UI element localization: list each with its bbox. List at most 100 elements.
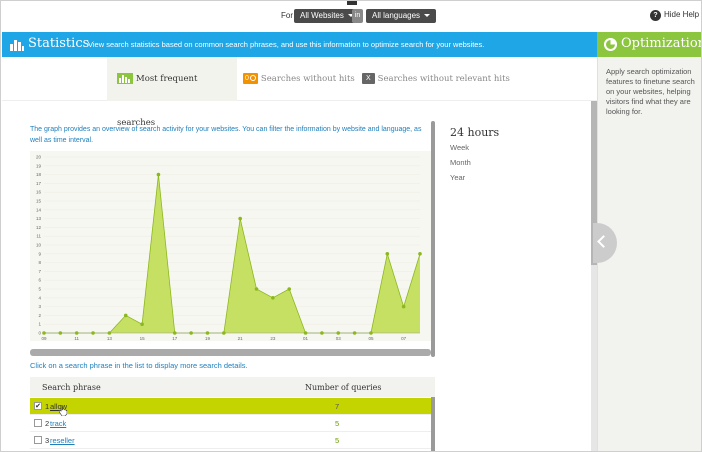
x-tick-label: 09	[41, 336, 47, 341]
x-tick-label: 07	[401, 336, 407, 341]
chart-horizontal-scrollbar[interactable]	[30, 349, 431, 356]
bar-chart-icon	[117, 73, 133, 84]
data-point[interactable]	[189, 331, 193, 335]
top-handle	[347, 1, 357, 5]
table-row[interactable]: ✔ 1 allow 7	[30, 398, 435, 415]
range-year[interactable]: Year	[450, 173, 465, 182]
data-point[interactable]	[107, 331, 112, 335]
x-tick-label: 01	[303, 336, 309, 341]
x-tick-label: 15	[140, 336, 146, 341]
optimization-icon	[604, 38, 617, 51]
tab-label: Searches without hits	[260, 74, 355, 84]
y-tick-label: 13	[36, 216, 42, 221]
y-tick-label: 12	[36, 225, 42, 230]
column-search-phrase: Search phrase	[42, 383, 101, 392]
x-icon: X	[362, 73, 375, 84]
chevron-left-icon	[597, 235, 610, 248]
y-tick-label: 15	[36, 199, 42, 204]
data-point[interactable]	[74, 331, 79, 335]
app-frame: For All Websites in All languages ? Hide …	[0, 0, 702, 452]
zero-hits-icon: 0	[243, 73, 258, 84]
tab-without-hits[interactable]: 0 Searches without hits	[243, 57, 358, 101]
data-point[interactable]	[336, 331, 341, 335]
for-label: For	[281, 11, 293, 20]
chart-svg: 0123456789101112131415161718192009 11 13 15…	[36, 155, 422, 341]
data-point[interactable]	[418, 252, 422, 256]
optimization-text: Apply search optimization features to fi…	[606, 67, 695, 116]
x-tick-label: 11	[74, 336, 79, 341]
data-point[interactable]	[401, 304, 406, 309]
data-point[interactable]	[91, 331, 95, 335]
y-tick-label: 1	[38, 322, 41, 327]
tab-bar: Most frequent searches 0 Searches without…	[2, 57, 597, 128]
data-point[interactable]	[385, 252, 390, 256]
table-vertical-scrollbar[interactable]	[431, 397, 435, 451]
y-tick-label: 10	[36, 243, 42, 248]
data-point[interactable]	[369, 331, 373, 335]
x-tick-label: 17	[172, 336, 178, 341]
table-row[interactable]: 2 track 5	[30, 415, 435, 432]
y-tick-label: 7	[38, 269, 41, 274]
x-tick-label: 05	[368, 336, 374, 341]
y-tick-label: 11	[36, 234, 41, 239]
data-point[interactable]	[320, 331, 324, 335]
x-tick-label: 19	[205, 336, 211, 341]
language-select-label: All languages	[372, 11, 421, 20]
data-point[interactable]	[271, 296, 275, 300]
optimization-header: Optimization	[597, 32, 701, 57]
row-number: 3	[45, 436, 50, 445]
y-tick-label: 20	[36, 155, 42, 160]
language-select[interactable]: All languages	[366, 9, 437, 23]
y-tick-label: 3	[38, 304, 41, 309]
data-point[interactable]	[303, 331, 308, 335]
website-select-label: All Websites	[300, 11, 344, 20]
y-tick-label: 9	[38, 251, 41, 256]
bar-chart-icon	[10, 40, 24, 51]
x-tick-label: 03	[336, 336, 342, 341]
y-tick-label: 4	[38, 295, 41, 300]
main-vertical-scrollbar[interactable]	[431, 121, 435, 357]
tab-label: Searches without relevant hits	[377, 74, 510, 84]
website-select[interactable]: All Websites	[294, 9, 360, 23]
help-icon: ?	[650, 10, 661, 21]
data-point[interactable]	[205, 331, 210, 335]
row-checkbox[interactable]	[34, 419, 42, 427]
data-point[interactable]	[172, 331, 177, 335]
data-point[interactable]	[140, 322, 144, 326]
y-tick-label: 0	[38, 331, 41, 336]
data-point[interactable]	[287, 287, 292, 291]
y-tick-label: 5	[38, 287, 41, 292]
column-number-of-queries: Number of queries	[305, 383, 382, 392]
tab-without-relevant-hits[interactable]: X Searches without relevant hits	[362, 57, 512, 101]
y-tick-label: 19	[36, 163, 42, 168]
data-point[interactable]	[238, 216, 242, 221]
row-phrase-link[interactable]: reseller	[50, 436, 75, 445]
y-tick-label: 6	[38, 278, 41, 283]
row-phrase-link[interactable]: track	[50, 419, 66, 428]
statistics-title: Statistics	[28, 36, 90, 51]
hide-help-link[interactable]: ? Hide Help	[650, 10, 699, 21]
row-checkbox[interactable]	[34, 436, 42, 444]
data-point[interactable]	[254, 287, 259, 291]
data-point[interactable]	[352, 331, 357, 335]
row-checkbox[interactable]: ✔	[34, 402, 42, 410]
range-week[interactable]: Week	[450, 143, 469, 152]
y-tick-label: 16	[36, 190, 42, 195]
range-24-hours[interactable]: 24 hours	[450, 126, 499, 139]
data-point[interactable]	[58, 331, 63, 335]
in-label: in	[352, 9, 363, 23]
data-point[interactable]	[156, 172, 161, 177]
range-month[interactable]: Month	[450, 158, 471, 167]
y-tick-label: 17	[36, 181, 42, 186]
y-tick-label: 18	[36, 172, 42, 177]
table-row[interactable]: 3 reseller 5	[30, 432, 435, 449]
y-tick-label: 14	[36, 207, 42, 212]
tab-most-frequent[interactable]: Most frequent searches	[107, 57, 237, 128]
statistics-description: View search statistics based on common s…	[88, 40, 485, 49]
data-point[interactable]	[123, 313, 128, 318]
row-count: 5	[335, 419, 340, 428]
data-point[interactable]	[42, 331, 46, 335]
data-point[interactable]	[222, 331, 226, 335]
hand-cursor-icon	[59, 405, 67, 416]
graph-description: The graph provides an overview of search…	[30, 126, 422, 144]
